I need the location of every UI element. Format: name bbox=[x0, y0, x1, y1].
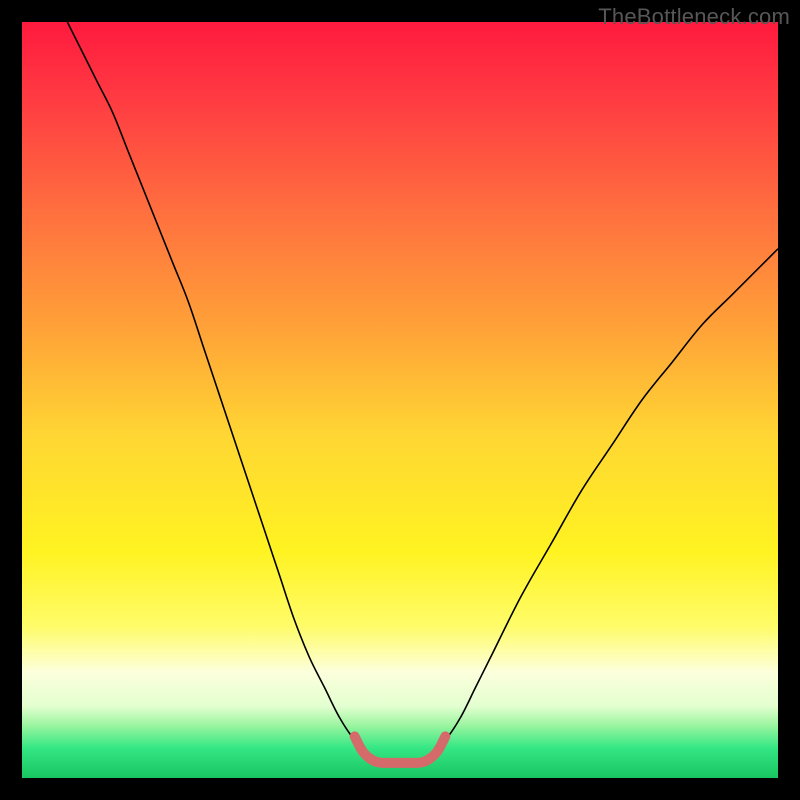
gradient-background bbox=[22, 22, 778, 778]
chart-frame: TheBottleneck.com bbox=[0, 0, 800, 800]
bottleneck-chart bbox=[22, 22, 778, 778]
watermark-text: TheBottleneck.com bbox=[598, 4, 790, 30]
